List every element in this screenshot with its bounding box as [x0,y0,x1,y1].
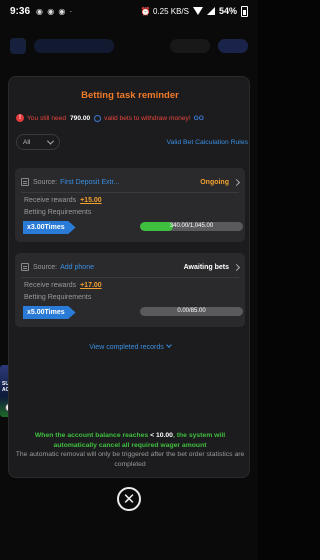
reward-row: Receive rewards +17.00 [24,282,102,289]
coin-icon [94,114,102,122]
betting-task-modal: Betting task reminder ! You still need 7… [8,76,250,478]
divider [21,192,239,193]
progress-text: 340.00/1,045.00 [169,223,214,229]
receive-label: Receive rewards [24,282,77,289]
reward-row: Receive rewards +15.00 [24,197,102,204]
status-right: ⏰ 0.25 KB/S 54% [140,5,248,17]
multiplier-badge: x5.00Times [23,306,76,319]
task-card[interactable]: Source: Add phone Awaiting bets Receive … [15,253,245,327]
progress-text: 0.00/85.00 [177,308,206,314]
progress-bar: 0.00/85.00 [140,307,243,316]
source-label: Source: [33,178,58,186]
task-status: Ongoing [200,178,229,186]
background-login [170,39,210,53]
multiplier-badge: x3.00Times [23,221,76,234]
warning-icon: ! [16,114,24,122]
reward-value: +17.00 [80,282,102,289]
source-name[interactable]: First Deposit Extr... [60,179,119,186]
view-completed-label: View completed records [89,344,164,351]
battery-icon [241,5,248,17]
notice-suffix: valid bets to withdraw money! [104,114,191,122]
progress-bar: 340.00/1,045.00 [140,222,243,231]
alarm-speed-icons: ⏰ 0.25 KB/S [140,6,189,16]
footer-line1-a: When the account balance reaches [34,432,149,439]
reward-value: +15.00 [80,197,102,204]
close-button[interactable]: ✕ [117,487,141,511]
background-logo-icon [10,38,26,54]
task-status: Awaiting bets [183,263,229,271]
go-link[interactable]: GO [194,115,204,122]
screen: 9:36 ◉ ◉ ◉ · ⏰ 0.25 KB/S 54% SUPER ACE B… [0,0,258,560]
task-card[interactable]: Source: First Deposit Extr... Ongoing Re… [15,168,245,242]
background-register [218,39,248,53]
battery-percent: 54% [218,6,237,16]
background-search [34,39,114,53]
task-header: Source: First Deposit Extr... Ongoing [21,176,241,188]
view-completed-records-link[interactable]: View completed records [9,342,251,351]
requirements-label: Betting Requirements [24,294,92,301]
notice-amount: 790.00 [69,114,91,122]
modal-title: Betting task reminder [81,90,179,101]
chevron-down-icon [165,342,172,348]
divider [21,277,239,278]
requirements-label: Betting Requirements [24,209,92,216]
source-icon [21,263,29,271]
signal-icon [206,7,215,15]
status-time: 9:36 [10,5,31,17]
filter-select[interactable]: All [16,134,60,150]
valid-bet-rules-link[interactable]: Valid Bet Calculation Rules [167,139,248,146]
footer-threshold: < 10.00 [150,432,173,439]
wifi-icon [192,7,203,15]
filter-row: All Valid Bet Calculation Rules [16,134,248,150]
footer-note: When the account balance reaches < 10.00… [9,431,251,469]
source-name[interactable]: Add phone [60,264,94,271]
notification-icons: ◉ ◉ ◉ · [36,6,74,16]
source-label: Source: [33,263,58,271]
chevron-right-icon[interactable] [232,263,241,271]
filter-selected: All [23,138,31,146]
source-icon [21,178,29,186]
background-header [0,24,258,68]
withdraw-notice: ! You still need 790.00 valid bets to wi… [16,111,248,125]
footer-line2: The automatic removal will only be trigg… [15,451,245,468]
chevron-right-icon[interactable] [232,178,241,186]
receive-label: Receive rewards [24,197,77,204]
notice-prefix: You still need [27,114,66,122]
close-icon: ✕ [122,490,136,508]
status-bar: 9:36 ◉ ◉ ◉ · ⏰ 0.25 KB/S 54% [0,0,258,22]
task-header: Source: Add phone Awaiting bets [21,261,241,273]
chevron-down-icon [46,137,55,145]
